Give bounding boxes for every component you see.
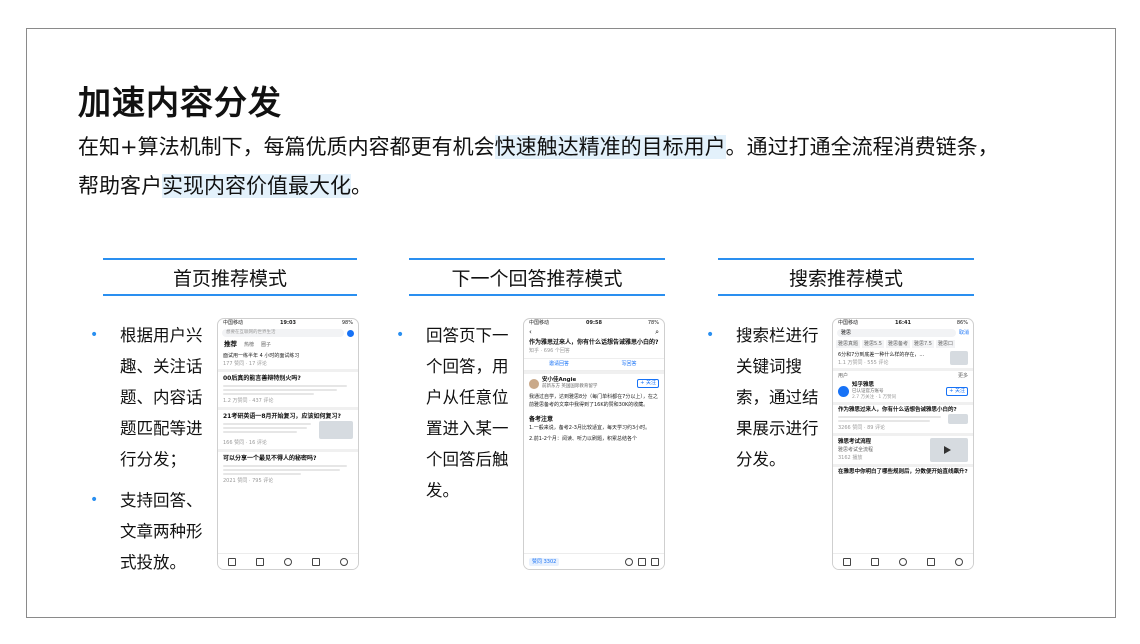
question-result[interactable]: 作为雅思过来人，你有什么话想告诫雅思小白的? 3266 赞同 · 89 评论 [833, 405, 973, 433]
avatar[interactable] [529, 378, 539, 389]
phone-search-page: 中国移动 16:41 86% 雅思 取消 雅思真题 雅思5.5 雅思备考 雅思7… [832, 318, 974, 570]
video-thumbnail [930, 438, 968, 462]
feed-item[interactable]: 面试用一练半年 4 小时的面试练习 177 赞同 · 17 评论 [218, 351, 358, 369]
play-icon[interactable] [944, 446, 951, 454]
search-chip[interactable]: 雅思5.5 [862, 340, 884, 348]
phone-home-feed: 中国移动 19:03 98% 想要在互联网的世界生活 推荐 热榜 圈子 面试用一… [217, 318, 359, 570]
phone-answer-page: 中国移动 09:58 78% ‹ ⌕ 作为雅思过来人，你有什么话想告诫雅思小白的… [523, 318, 665, 570]
heart-icon[interactable] [625, 557, 633, 566]
result-thumbnail [950, 351, 968, 365]
search-input[interactable]: 雅思 [837, 329, 956, 337]
bullets-home: • 根据用户兴趣、关注话题、内容话题匹配等进行分发； • 支持回答、文章两种形式投放… [90, 320, 210, 588]
question-title[interactable]: 作为雅思过来人，你有什么话想告诫雅思小白的? [529, 338, 659, 347]
search-chip[interactable]: 雅思口 [935, 340, 955, 348]
star-icon[interactable] [638, 557, 646, 566]
heading-next-answer: 下一个回答推荐模式 [409, 258, 665, 296]
write-answer-button[interactable]: 写回答 [594, 359, 664, 370]
follow-button[interactable]: + 关注 [637, 379, 659, 388]
bottom-tab-bar [218, 553, 358, 569]
university-icon[interactable] [871, 557, 879, 566]
search-input[interactable]: 想要在互联网的世界生活 [222, 329, 344, 337]
search-icon[interactable]: ⌕ [655, 328, 659, 337]
bottom-tab-bar [833, 553, 973, 569]
users-header: 用户 更多 [838, 372, 968, 380]
bullet-dot-icon: • [706, 327, 715, 343]
university-icon[interactable] [256, 557, 264, 566]
status-bar: 中国移动 16:41 86% [838, 320, 968, 326]
home-icon[interactable] [228, 557, 236, 566]
status-bar: 中国移动 19:03 98% [223, 320, 353, 326]
result-snippet[interactable]: 6分和7分到底差一种什么样的存在，... 1.1 万赞同 · 555 评论 [833, 350, 973, 368]
comment-icon[interactable] [651, 557, 659, 566]
cancel-button[interactable]: 取消 [959, 329, 969, 337]
highlight-1: 快速触达精准的目标用户 [494, 135, 726, 159]
bell-icon[interactable] [927, 557, 935, 566]
bullet-item: • 搜索栏进行关键词搜索，通过结果展示进行分发。 [706, 320, 828, 475]
profile-icon[interactable] [955, 557, 963, 566]
feed-item[interactable]: 可以分享一个最见不得人的秘密吗? 2021 赞同 · 795 评论 [218, 452, 358, 487]
page-title: 加速内容分发 [78, 83, 282, 122]
course-result[interactable]: 雅思考试流程 雅思考试全流程 3162 播放 [833, 436, 973, 464]
vote-up-button[interactable]: 赞同 3302 [529, 557, 560, 566]
search-chip[interactable]: 雅思真题 [836, 340, 861, 348]
discover-icon[interactable] [899, 557, 907, 566]
tab-hot[interactable]: 热榜 [244, 341, 254, 349]
question-block: 作为雅思过来人，你有什么话想告诫雅思小白的? 知乎 · 696 个回答 [529, 338, 659, 354]
search-row: 雅思 取消 [833, 328, 973, 338]
bullet-item: • 回答页下一个回答，用户从任意位置进入某一个回答后触发。 [396, 320, 512, 506]
more-link[interactable]: 更多 [958, 372, 968, 380]
author-row: 安小佳Angie 前新东方 英国国际教育留学 + 关注 [524, 374, 664, 393]
bullet-dot-icon: • [90, 492, 99, 508]
discover-icon[interactable] [284, 557, 292, 566]
tab-circle[interactable]: 圈子 [261, 341, 271, 349]
back-icon[interactable]: ‹ [529, 328, 532, 337]
highlight-2: 实现内容价值最大化 [162, 174, 351, 198]
feed-item[interactable]: 21考研英语一8月开始复习，应该如何复习? 166 赞同 · 16 评论 [218, 410, 358, 449]
question-actions: 邀请回答 写回答 [524, 358, 664, 371]
invite-answer-button[interactable]: 邀请回答 [524, 359, 594, 370]
profile-icon[interactable] [340, 557, 348, 566]
bullet-item: • 根据用户兴趣、关注话题、内容话题匹配等进行分发； [90, 320, 210, 475]
chip-row: 雅思真题 雅思5.5 雅思备考 雅思7.5 雅思口 [833, 338, 973, 350]
heading-home-recommend: 首页推荐模式 [103, 258, 357, 296]
user-result[interactable]: 知乎雅思 已认证官方账号 2.7 万关注 · 1 万赞同 + 关注 [833, 381, 973, 402]
follow-button[interactable]: + 关注 [946, 387, 968, 396]
feed-item[interactable]: 00后真的能言善辩特别火吗? 1.2 万赞同 · 437 评论 [218, 372, 358, 407]
answer-bottom-bar: 赞同 3302 [524, 553, 664, 569]
status-bar: 中国移动 09:58 78% [529, 320, 659, 326]
bullets-search: • 搜索栏进行关键词搜索，通过结果展示进行分发。 [706, 320, 828, 485]
bullet-dot-icon: • [90, 327, 99, 343]
feed-thumbnail [319, 421, 353, 439]
question-result[interactable]: 在雅思中你明白了哪些规则后，分数便开始直线飙升? [833, 467, 973, 477]
tab-recommend[interactable]: 推荐 [224, 340, 237, 349]
answer-body: 我通过自学，达到雅思8分（每门单科都在7分以上），在之前雅思备考的文章中我得到了… [529, 394, 658, 442]
avatar [838, 386, 849, 397]
bullet-dot-icon: • [396, 327, 405, 343]
nav-row: ‹ ⌕ [524, 328, 664, 337]
bell-icon[interactable] [312, 557, 320, 566]
search-row: 想要在互联网的世界生活 [218, 328, 358, 338]
add-icon[interactable] [347, 329, 354, 337]
result-thumbnail [948, 414, 968, 424]
bullet-item: • 支持回答、文章两种形式投放。 [90, 485, 210, 578]
search-chip[interactable]: 雅思7.5 [911, 340, 934, 348]
intro-paragraph: 在知+算法机制下，每篇优质内容都更有机会快速触达精准的目标用户。通过打通全流程消… [78, 135, 999, 198]
feed-tabs: 推荐 热榜 圈子 [218, 338, 358, 351]
heading-search-recommend: 搜索推荐模式 [718, 258, 974, 296]
bullets-next: • 回答页下一个回答，用户从任意位置进入某一个回答后触发。 [396, 320, 512, 516]
search-chip[interactable]: 雅思备考 [885, 340, 910, 348]
home-icon[interactable] [843, 557, 851, 566]
